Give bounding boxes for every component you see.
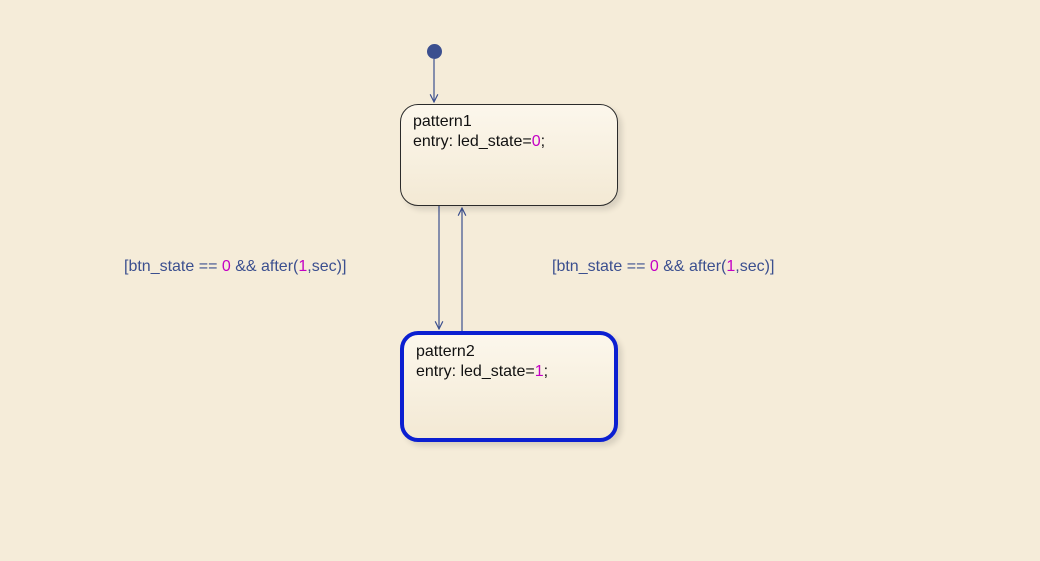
initial-state-dot[interactable] [427,44,442,59]
guard-after: after [261,258,293,275]
state-pattern1-name: pattern1 [413,113,605,131]
guard-one: 1 [298,258,307,275]
entry-prefix: entry: led_state= [413,133,532,150]
guard-zero: 0 [650,258,659,275]
state-pattern2-name: pattern2 [416,343,602,361]
guard-right[interactable]: [btn_state == 0 && after(1,sec)] [552,258,774,276]
guard-sec: sec [740,258,765,275]
guard-and: && [231,258,261,275]
state-pattern2[interactable]: pattern2 entry: led_state=1; [400,331,618,442]
guard-close: )] [337,258,347,275]
state-pattern1[interactable]: pattern1 entry: led_state=0; [400,104,618,206]
statechart-canvas: pattern1 entry: led_state=0; pattern2 en… [0,0,1040,561]
guard-and: && [659,258,689,275]
entry-value: 1 [535,363,544,380]
entry-suffix: ; [544,363,548,380]
state-pattern2-entry: entry: led_state=1; [416,363,602,381]
guard-zero: 0 [222,258,231,275]
guard-text: [btn_state == [552,258,650,275]
guard-text: [btn_state == [124,258,222,275]
state-pattern1-entry: entry: led_state=0; [413,133,605,151]
entry-value: 0 [532,133,541,150]
guard-left[interactable]: [btn_state == 0 && after(1,sec)] [124,258,346,276]
entry-suffix: ; [541,133,545,150]
entry-prefix: entry: led_state= [416,363,535,380]
guard-one: 1 [726,258,735,275]
guard-sec: sec [312,258,337,275]
transition-wires [0,0,1040,561]
guard-close: )] [765,258,775,275]
guard-after: after [689,258,721,275]
